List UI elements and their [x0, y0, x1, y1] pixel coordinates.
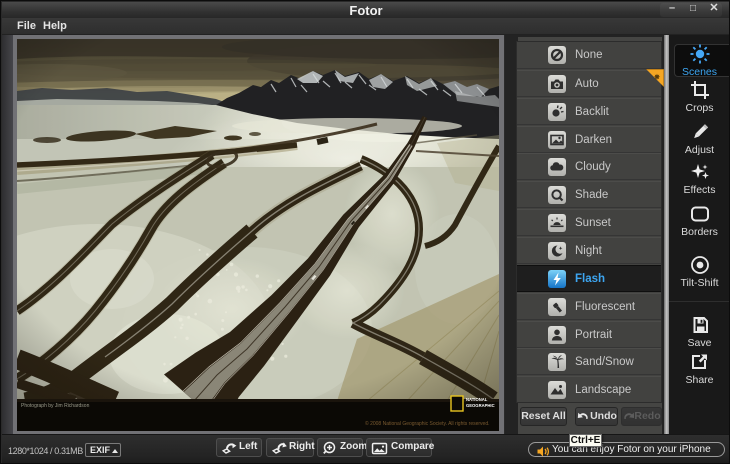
- svg-text:Photograph by Jim Richardson: Photograph by Jim Richardson: [21, 403, 90, 409]
- svg-text:GEOGRAPHIC: GEOGRAPHIC: [466, 403, 495, 408]
- svg-text:© 2008 National Geographic Soc: © 2008 National Geographic Society. All …: [365, 420, 490, 427]
- svg-text:NATIONAL: NATIONAL: [466, 397, 488, 402]
